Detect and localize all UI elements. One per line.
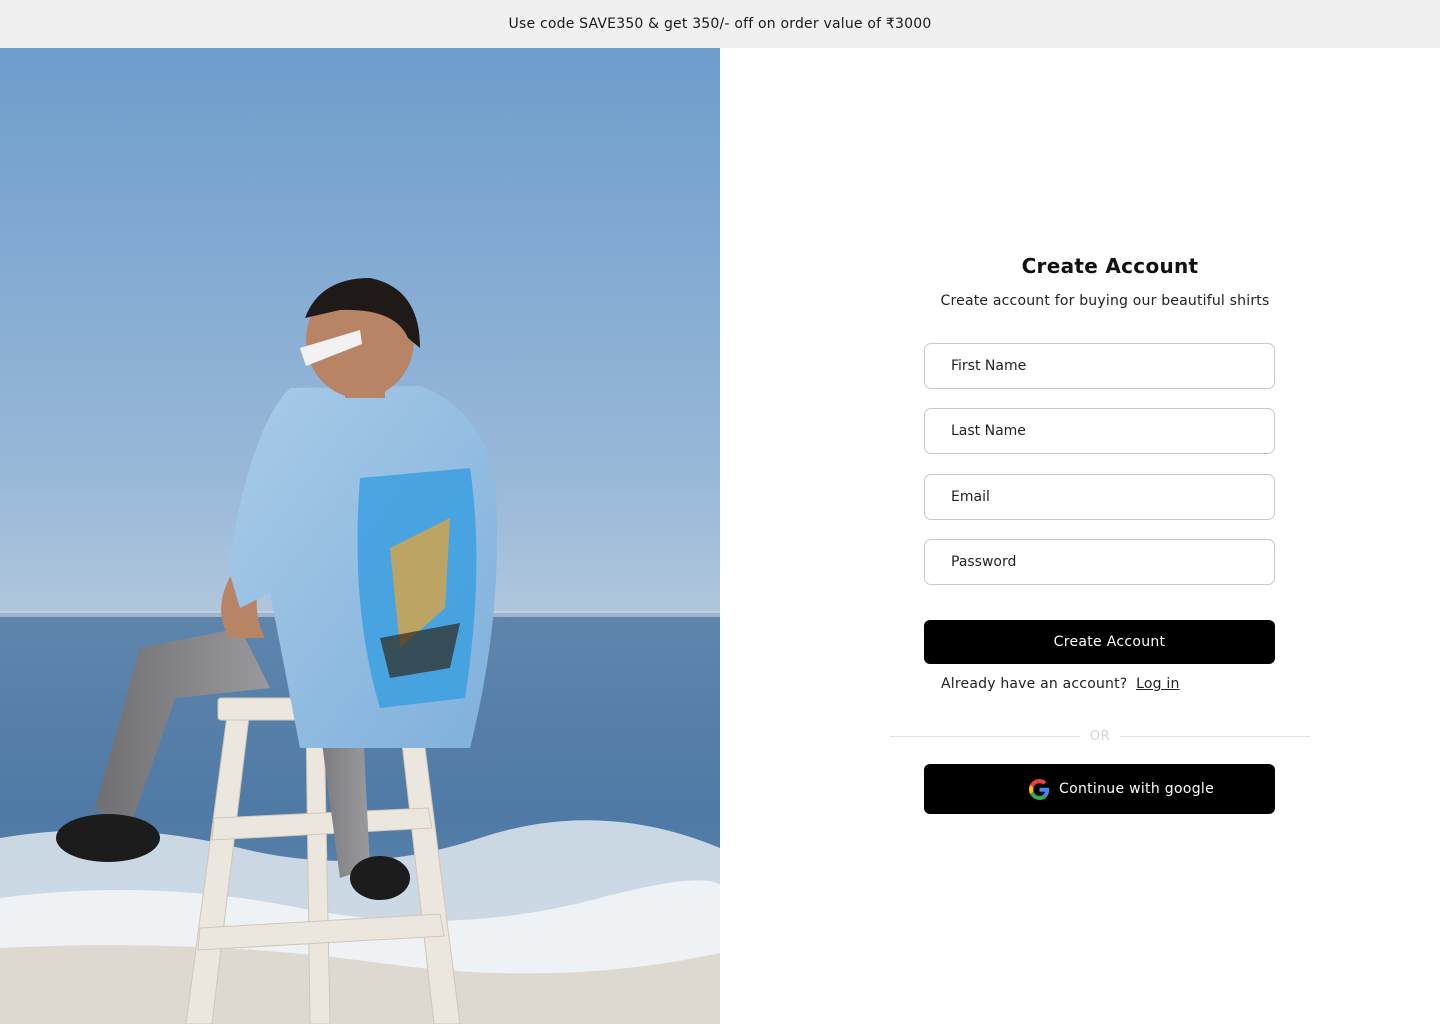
continue-with-google-button[interactable]: Continue with google: [924, 764, 1275, 814]
create-account-button-label: Create Account: [1053, 634, 1166, 650]
page-title: Create Account: [1021, 254, 1199, 278]
first-name-field-wrapper: [924, 343, 1275, 389]
password-input[interactable]: [925, 540, 1274, 584]
page-subtitle: Create account for buying our beautiful …: [940, 293, 1270, 309]
email-input[interactable]: [925, 475, 1274, 519]
promo-banner: Use code SAVE350 & get 350/- off on orde…: [0, 0, 1440, 48]
hero-photo: [0, 48, 720, 1024]
create-account-button[interactable]: Create Account: [924, 620, 1275, 664]
google-icon: [1029, 778, 1050, 800]
promo-text: Use code SAVE350 & get 350/- off on orde…: [508, 16, 932, 32]
divider-line-right: [1120, 735, 1311, 737]
last-name-field-wrapper: [924, 408, 1275, 454]
email-field-wrapper: [924, 474, 1275, 520]
password-field-wrapper: [924, 539, 1275, 585]
or-divider: OR: [890, 726, 1311, 746]
first-name-input[interactable]: [925, 344, 1274, 388]
continue-with-google-label: Continue with google: [1059, 781, 1214, 797]
divider-label: OR: [1089, 728, 1111, 744]
signup-panel: Create Account Create account for buying…: [720, 48, 1440, 1024]
login-prompt-row: Already have an account? Log in: [941, 676, 1180, 692]
hero-image: [0, 48, 720, 1024]
last-name-input[interactable]: [925, 409, 1274, 453]
login-link[interactable]: Log in: [1136, 676, 1179, 692]
divider-line-left: [890, 735, 1080, 737]
login-prompt-text: Already have an account?: [941, 676, 1128, 692]
